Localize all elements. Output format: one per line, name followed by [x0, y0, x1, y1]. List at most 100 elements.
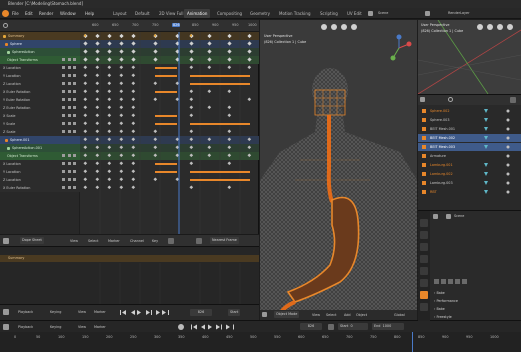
output-tab-icon[interactable] — [420, 243, 428, 251]
timeline-editor-icon[interactable] — [3, 324, 9, 330]
tab-motion-tracking[interactable]: Motion Tracking — [276, 9, 313, 18]
tab-scripting[interactable]: Scripting — [317, 9, 341, 18]
menu-add[interactable]: Add — [344, 313, 351, 317]
record-button[interactable] — [178, 324, 184, 330]
menu-help[interactable]: Help — [85, 8, 94, 19]
tab-compositing[interactable]: Compositing — [214, 9, 245, 18]
keying-menu[interactable]: Keying — [50, 325, 61, 329]
current-frame-field[interactable]: 826 — [300, 323, 322, 330]
menu-view[interactable]: View — [70, 239, 78, 243]
lower-summary-panel[interactable]: Summary — [0, 246, 259, 305]
ruler-label: 450 — [226, 335, 233, 339]
scene-icon[interactable] — [368, 11, 373, 16]
ruler-label: 900 — [442, 335, 449, 339]
view-layer-tab-icon[interactable] — [420, 255, 428, 263]
channel-label: X Scale — [3, 114, 16, 118]
menu-edit[interactable]: Edit — [25, 8, 33, 19]
view-layer-icon[interactable] — [425, 11, 430, 16]
editor-type-icon[interactable] — [262, 312, 267, 317]
current-frame-field[interactable]: 826 — [190, 309, 212, 316]
secondary-viewport[interactable]: User Perspective (826) Collection 1 | Cu… — [418, 20, 521, 94]
3d-viewport[interactable]: User Perspective (826) Collection 1 | Cu… — [260, 20, 417, 320]
menu-select[interactable]: Select — [88, 239, 98, 243]
ruler-label: 850 — [418, 335, 425, 339]
ruler-label: 0 — [14, 335, 17, 339]
playhead[interactable] — [412, 332, 413, 352]
world-tab-icon[interactable] — [420, 279, 428, 287]
object-mode-dropdown[interactable]: Object Mode — [274, 311, 300, 318]
outliner-visibility-icons[interactable] — [478, 107, 518, 197]
modifier-tab-icon[interactable] — [420, 303, 428, 311]
channel-action[interactable]: SphereAction — [0, 48, 80, 56]
menu-window[interactable]: Window — [60, 8, 76, 19]
mode-dropdown[interactable]: Dope Sheet — [20, 237, 44, 244]
menu-object[interactable]: Object — [356, 313, 367, 317]
start-label[interactable]: Start — [228, 309, 241, 316]
object-tab-icon[interactable] — [420, 291, 428, 299]
tab-animation[interactable]: Animation — [184, 9, 211, 18]
filter-icon[interactable] — [510, 97, 516, 103]
search-icon[interactable] — [3, 23, 8, 28]
menu-key[interactable]: Key — [152, 239, 158, 243]
menu-file[interactable]: File — [12, 8, 19, 19]
panel-bake[interactable]: › Bake — [434, 289, 518, 297]
render-engine-icons[interactable] — [434, 279, 474, 285]
render-tab-icon[interactable] — [420, 231, 428, 239]
playback-menu[interactable]: Playback — [18, 325, 33, 329]
end-field[interactable]: End 1000 — [372, 323, 404, 330]
outliner-item-label: Armature — [430, 154, 446, 158]
timeline-ruler[interactable]: 0 50 100 150 200 250 300 350 400 450 500… — [0, 332, 521, 352]
wireframe-body-mesh[interactable] — [260, 20, 417, 320]
tab-layout[interactable]: Layout — [110, 9, 130, 18]
panel-bake-2[interactable]: › Bake — [434, 305, 518, 313]
playback-controls[interactable] — [118, 309, 174, 316]
keyframe-grid[interactable] — [80, 32, 259, 234]
search-icon[interactable] — [448, 97, 453, 102]
tab-default[interactable]: Default — [132, 9, 153, 18]
tab-2d-view-full[interactable]: 2D View Full — [156, 9, 187, 18]
snap-icon[interactable] — [196, 238, 202, 244]
view-layer-selector[interactable]: RenderLayer — [448, 11, 470, 15]
scene-selector[interactable]: Scene — [378, 11, 388, 15]
editor-type-icon[interactable] — [433, 214, 438, 219]
menu-select[interactable]: Select — [326, 313, 336, 317]
preview-range-icon[interactable] — [328, 324, 334, 330]
marker-menu[interactable]: Marker — [94, 325, 106, 329]
frame-ruler[interactable]: 600 650 700 750 826 850 900 950 1000 — [80, 20, 259, 32]
editor-type-icon[interactable] — [3, 238, 9, 244]
blender-logo-icon[interactable] — [2, 10, 9, 17]
snap-mode-dropdown[interactable]: Nearest Frame — [210, 237, 239, 244]
properties-tabs — [418, 211, 430, 321]
ruler-label: 800 — [394, 335, 401, 339]
viewport-header-icons[interactable] — [476, 23, 516, 31]
summary-row[interactable]: Summary — [0, 255, 259, 262]
outliner-item-label: BEIT Mesh.002 — [430, 136, 456, 140]
timeline-editor-icon[interactable] — [3, 309, 9, 315]
panel-performance[interactable]: › Performance — [434, 297, 518, 305]
menu-marker[interactable]: Marker — [108, 239, 120, 243]
view-menu[interactable]: View — [78, 325, 86, 329]
tab-geometry[interactable]: Geometry — [247, 9, 273, 18]
marker-menu[interactable]: Marker — [94, 310, 106, 314]
channel-label: Z Euler Rotation — [3, 106, 31, 110]
editor-type-icon[interactable] — [420, 97, 425, 102]
tab-uv-edit[interactable]: UV Edit — [344, 9, 365, 18]
menu-view[interactable]: View — [312, 313, 320, 317]
scene-tab-icon[interactable] — [420, 267, 428, 275]
panel-freestyle[interactable]: › Freestyle — [434, 313, 518, 321]
channel-toggle-icons[interactable] — [60, 56, 78, 192]
channel-object[interactable]: Sphere — [0, 40, 80, 48]
keying-menu[interactable]: Keying — [50, 310, 61, 314]
channel-summary[interactable]: Summary — [0, 32, 80, 40]
keyframe-area[interactable] — [80, 32, 259, 246]
transform-orientation[interactable]: Global — [394, 313, 405, 317]
menu-channel[interactable]: Channel — [130, 239, 144, 243]
menu-render[interactable]: Render — [39, 8, 53, 19]
filter-icon[interactable] — [168, 238, 174, 244]
tool-tab-icon[interactable] — [420, 219, 428, 227]
start-field[interactable]: Start 0 — [338, 323, 368, 330]
playback-menu[interactable]: Playback — [18, 310, 33, 314]
playback-controls[interactable] — [190, 324, 238, 330]
view-menu[interactable]: View — [78, 310, 86, 314]
current-frame-indicator[interactable]: 826 — [172, 23, 181, 27]
